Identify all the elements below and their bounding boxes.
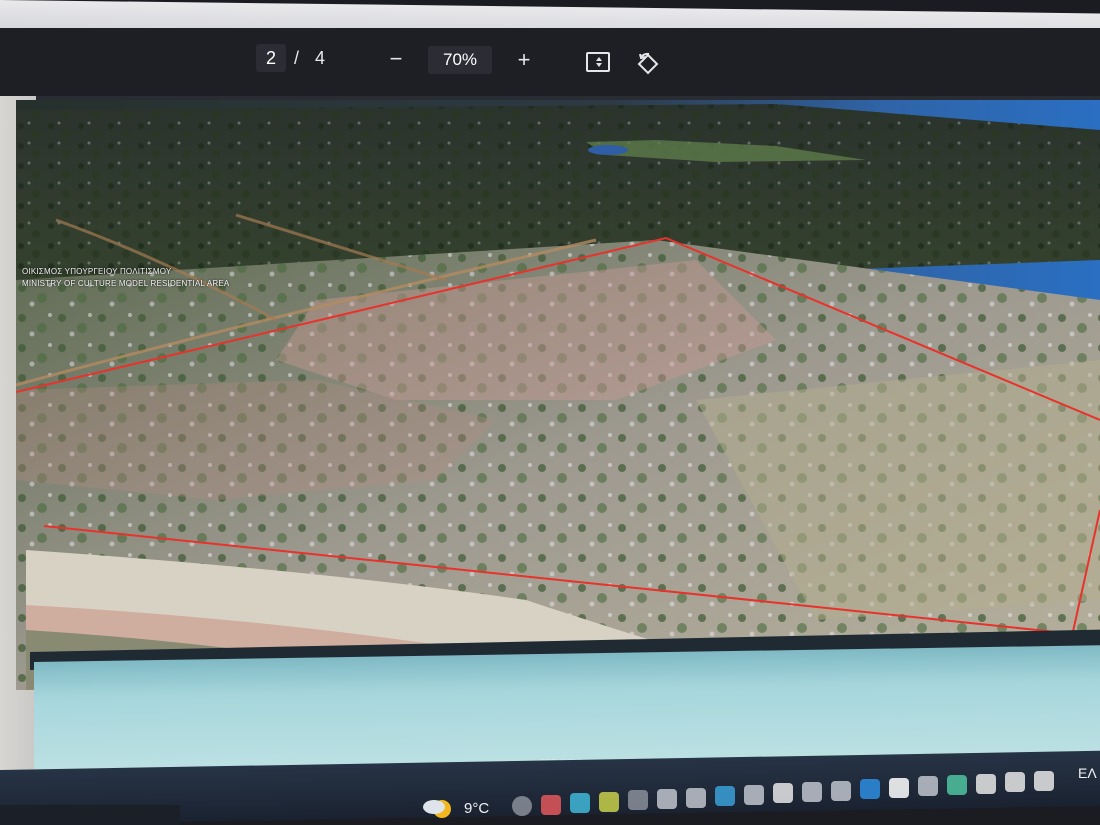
colorful-app-icon[interactable] bbox=[599, 791, 619, 812]
page-separator: / bbox=[294, 48, 300, 68]
fit-page-icon[interactable] bbox=[586, 52, 610, 72]
bluetooth-icon[interactable] bbox=[860, 779, 880, 800]
share-icon[interactable] bbox=[657, 789, 677, 809]
defender-icon[interactable] bbox=[889, 777, 909, 798]
zoom-in-button[interactable]: + bbox=[512, 46, 536, 74]
pdf-toolbar bbox=[0, 28, 1100, 100]
caption-english: MINISTRY OF CULTURE MODEL RESIDENTIAL AR… bbox=[22, 279, 230, 288]
usb-icon[interactable] bbox=[831, 780, 851, 801]
skype-icon[interactable] bbox=[512, 796, 532, 816]
network-printer-icon[interactable] bbox=[918, 776, 938, 797]
current-page-input[interactable]: 2 bbox=[256, 44, 286, 72]
zoom-out-button[interactable]: − bbox=[384, 45, 408, 73]
cloud-icon[interactable] bbox=[628, 790, 648, 811]
webcam-icon[interactable] bbox=[686, 787, 706, 808]
telegram-icon[interactable] bbox=[715, 786, 735, 807]
language-indicator[interactable]: ΕΛ bbox=[1078, 765, 1097, 781]
temperature-label[interactable]: 9°C bbox=[464, 800, 489, 817]
aerial-photo bbox=[16, 100, 1100, 690]
display-icon[interactable] bbox=[802, 782, 822, 802]
mail-icon[interactable] bbox=[541, 794, 561, 815]
app-icon[interactable] bbox=[947, 775, 967, 795]
caption-greek: ΟΙΚΙΣΜΟΣ ΥΠΟΥΡΓΕΙΟΥ ΠΟΛΙΤΙΣΜΟΥ bbox=[22, 267, 172, 276]
volume-mute-icon[interactable] bbox=[773, 783, 793, 804]
total-pages: 4 bbox=[315, 48, 326, 68]
taskbar-start-area[interactable] bbox=[0, 805, 180, 825]
zoom-level-input[interactable]: 70% bbox=[428, 46, 492, 74]
map-caption: ΟΙΚΙΣΜΟΣ ΥΠΟΥΡΓΕΙΟΥ ΠΟΛΙΤΙΣΜΟΥ MINISTRY … bbox=[22, 266, 229, 290]
cloud-sun-icon[interactable] bbox=[422, 795, 456, 821]
rotate-icon[interactable] bbox=[636, 52, 660, 76]
volume-icon[interactable] bbox=[1005, 772, 1025, 793]
diamond-icon[interactable] bbox=[570, 793, 590, 814]
wifi-icon[interactable] bbox=[976, 773, 996, 794]
keyboard-icon[interactable] bbox=[1034, 770, 1054, 791]
vpn-icon[interactable] bbox=[744, 784, 764, 805]
